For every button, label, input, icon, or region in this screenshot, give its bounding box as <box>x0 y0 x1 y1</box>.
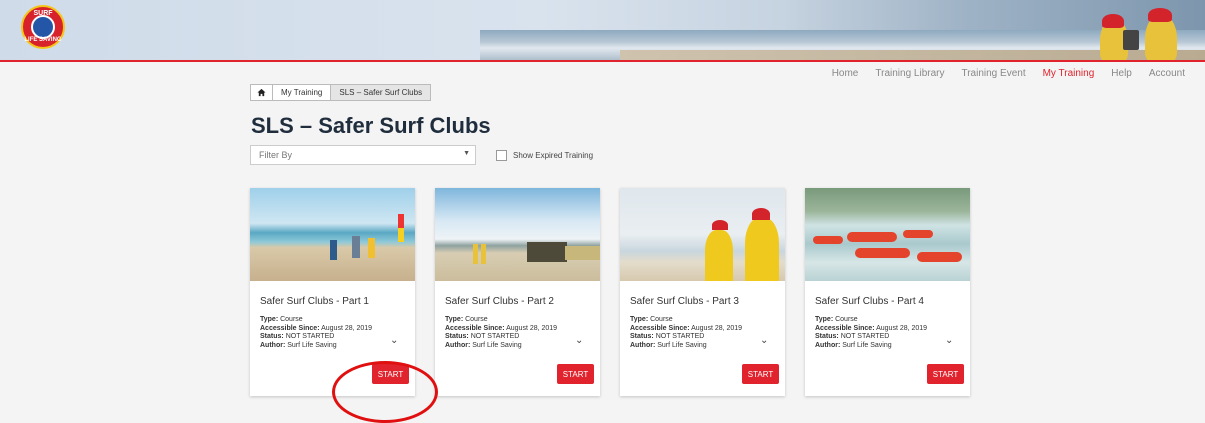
course-type: Course <box>465 316 488 323</box>
course-type: Course <box>280 316 303 323</box>
type-label: Type: <box>815 316 834 323</box>
home-icon <box>257 88 266 97</box>
show-expired-label: Show Expired Training <box>513 151 594 160</box>
author-label: Author: <box>815 341 841 349</box>
course-author: Surf Life Saving <box>657 341 707 349</box>
course-card: Safer Surf Clubs - Part 2 Type: Course A… <box>435 188 600 396</box>
status-label: Status: <box>260 333 284 340</box>
author-label: Author: <box>445 341 471 349</box>
course-image-lifeguards-binoculars <box>620 188 785 281</box>
nav-training-library[interactable]: Training Library <box>875 68 944 79</box>
course-title[interactable]: Safer Surf Clubs - Part 2 <box>445 296 554 307</box>
course-since: August 28, 2019 <box>321 324 373 332</box>
top-navigation: Home Training Library Training Event My … <box>815 68 1185 79</box>
course-title[interactable]: Safer Surf Clubs - Part 3 <box>630 296 739 307</box>
author-label: Author: <box>260 341 286 349</box>
header-divider <box>0 60 1205 62</box>
status-label: Status: <box>630 333 654 340</box>
nav-home[interactable]: Home <box>832 68 859 79</box>
banner-lifeguard-2-cap <box>1148 8 1172 22</box>
course-meta: Type: Course Accessible Since: August 28… <box>445 316 557 350</box>
course-since: August 28, 2019 <box>691 324 743 332</box>
course-image-beach-lifeguards <box>250 188 415 281</box>
course-status: NOT STARTED <box>840 333 890 340</box>
filter-select[interactable]: Filter By ▼ <box>250 145 476 165</box>
course-since: August 28, 2019 <box>876 324 928 332</box>
course-card: Safer Surf Clubs - Part 3 Type: Course A… <box>620 188 785 396</box>
banner-tablet <box>1123 30 1139 50</box>
breadcrumb-current: SLS – Safer Surf Clubs <box>330 84 432 101</box>
filter-placeholder: Filter By <box>259 150 293 160</box>
chevron-down-icon[interactable]: ⌄ <box>945 335 953 346</box>
banner-lifeguard-1-cap <box>1102 14 1124 28</box>
nav-help[interactable]: Help <box>1111 68 1132 79</box>
course-type: Course <box>835 316 858 323</box>
breadcrumb: My Training SLS – Safer Surf Clubs <box>250 84 432 101</box>
course-status: NOT STARTED <box>470 333 520 340</box>
logo-text-top: SURF <box>33 10 53 17</box>
course-card: Safer Surf Clubs - Part 4 Type: Course A… <box>805 188 970 396</box>
course-since: August 28, 2019 <box>506 324 558 332</box>
course-title[interactable]: Safer Surf Clubs - Part 4 <box>815 296 924 307</box>
nav-my-training[interactable]: My Training <box>1043 68 1095 79</box>
caret-down-icon: ▼ <box>463 150 470 157</box>
author-label: Author: <box>630 341 656 349</box>
nav-account[interactable]: Account <box>1149 68 1185 79</box>
type-label: Type: <box>630 316 649 323</box>
highlight-circle-annotation <box>332 361 438 423</box>
type-label: Type: <box>260 316 279 323</box>
status-label: Status: <box>815 333 839 340</box>
course-author: Surf Life Saving <box>287 341 337 349</box>
header-banner <box>0 0 1205 62</box>
type-label: Type: <box>445 316 464 323</box>
logo-text-bottom: LIFE SAVING <box>24 37 62 43</box>
course-author: Surf Life Saving <box>472 341 522 349</box>
since-label: Accessible Since: <box>260 324 320 332</box>
course-image-beach-vehicle <box>435 188 600 281</box>
show-expired-toggle[interactable]: Show Expired Training <box>496 150 593 161</box>
breadcrumb-home[interactable] <box>250 84 273 101</box>
start-button[interactable]: START <box>742 364 779 384</box>
course-author: Surf Life Saving <box>842 341 892 349</box>
course-type: Course <box>650 316 673 323</box>
chevron-down-icon[interactable]: ⌄ <box>575 335 583 346</box>
breadcrumb-my-training[interactable]: My Training <box>272 84 332 101</box>
course-meta: Type: Course Accessible Since: August 28… <box>815 316 927 350</box>
course-title[interactable]: Safer Surf Clubs - Part 1 <box>260 296 369 307</box>
nav-training-event[interactable]: Training Event <box>961 68 1025 79</box>
since-label: Accessible Since: <box>815 324 875 332</box>
since-label: Accessible Since: <box>630 324 690 332</box>
since-label: Accessible Since: <box>445 324 505 332</box>
page-title: SLS – Safer Surf Clubs <box>251 113 491 138</box>
course-image-rescue-boats <box>805 188 970 281</box>
status-label: Status: <box>445 333 469 340</box>
start-button[interactable]: START <box>557 364 594 384</box>
start-button[interactable]: START <box>927 364 964 384</box>
course-status: NOT STARTED <box>285 333 335 340</box>
course-meta: Type: Course Accessible Since: August 28… <box>630 316 742 350</box>
show-expired-checkbox[interactable] <box>496 150 507 161</box>
course-status: NOT STARTED <box>655 333 705 340</box>
surf-life-saving-logo[interactable]: SURF LIFE SAVING <box>21 5 65 49</box>
logo-emblem <box>31 15 55 39</box>
chevron-down-icon[interactable]: ⌄ <box>390 335 398 346</box>
course-meta: Type: Course Accessible Since: August 28… <box>260 316 372 350</box>
chevron-down-icon[interactable]: ⌄ <box>760 335 768 346</box>
